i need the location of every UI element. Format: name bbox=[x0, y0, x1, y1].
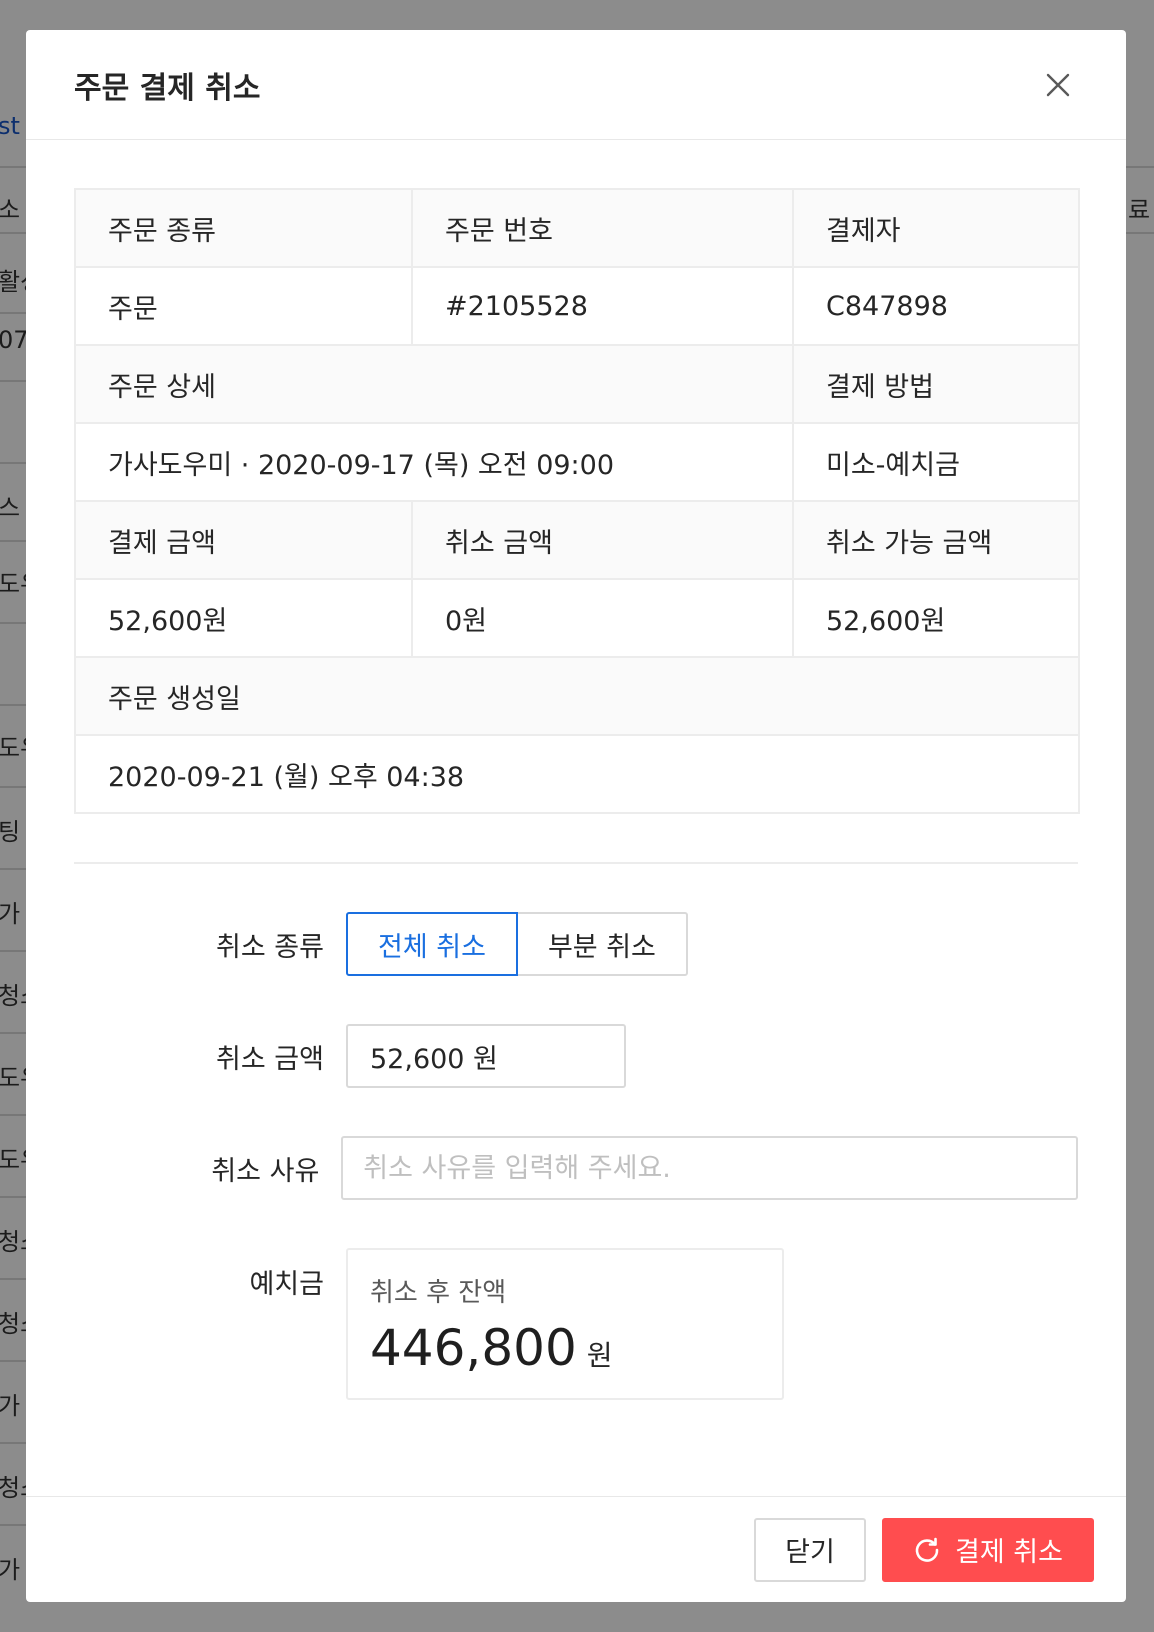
modal-title: 주문 결제 취소 bbox=[74, 70, 261, 106]
cancel-type-segmented: 전체 취소 부분 취소 bbox=[346, 912, 688, 976]
close-button[interactable]: 닫기 bbox=[754, 1517, 866, 1582]
table-header-row: 주문 상세 결제 방법 bbox=[74, 344, 1080, 424]
cancel-amount-label: 취소 금액 bbox=[216, 1043, 324, 1075]
cancellable-amount-value: 52,600원 bbox=[792, 578, 1080, 658]
cancel-type-row: 취소 종류 전체 취소 부분 취소 bbox=[74, 912, 1078, 976]
order-info-table: 주문 종류 주문 번호 결제자 주문 #2105528 C847898 주문 상… bbox=[74, 188, 1080, 814]
header-order-number: 주문 번호 bbox=[411, 188, 794, 268]
cancel-type-label: 취소 종류 bbox=[216, 931, 324, 963]
cancel-payment-modal: 주문 결제 취소 주문 종류 주문 번호 결제자 주문 #2105528 C84… bbox=[26, 30, 1126, 1602]
payment-amount-value: 52,600원 bbox=[74, 578, 413, 658]
header-cancellable-amount: 취소 가능 금액 bbox=[792, 500, 1080, 580]
deposit-label: 예치금 bbox=[249, 1269, 324, 1300]
deposit-unit: 원 bbox=[586, 1339, 613, 1372]
order-detail-value: 가사도우미 · 2020-09-17 (목) 오전 09:00 bbox=[74, 422, 794, 502]
cancel-amount-input[interactable]: 52,600 원 bbox=[346, 1024, 626, 1088]
table-header-row: 주문 종류 주문 번호 결제자 bbox=[74, 188, 1080, 268]
table-header-row: 주문 생성일 bbox=[74, 656, 1080, 736]
full-cancel-option[interactable]: 전체 취소 bbox=[346, 912, 518, 976]
cancel-payment-button[interactable]: 결제 취소 bbox=[882, 1517, 1094, 1582]
deposit-value: 446,800 원 bbox=[370, 1319, 760, 1377]
section-divider bbox=[74, 862, 1078, 864]
cancel-reason-row: 취소 사유 bbox=[74, 1136, 1078, 1200]
cancel-amount-row: 취소 금액 52,600 원 bbox=[74, 1024, 1078, 1088]
header-order-type: 주문 종류 bbox=[74, 188, 413, 268]
table-row: 주문 #2105528 C847898 bbox=[74, 266, 1080, 346]
cancel-payment-label: 결제 취소 bbox=[955, 1537, 1063, 1568]
order-number-value: #2105528 bbox=[411, 266, 794, 346]
table-row: 가사도우미 · 2020-09-17 (목) 오전 09:00 미소-예치금 bbox=[74, 422, 1080, 502]
deposit-caption: 취소 후 잔액 bbox=[370, 1278, 507, 1308]
table-header-row: 결제 금액 취소 금액 취소 가능 금액 bbox=[74, 500, 1080, 580]
partial-cancel-option[interactable]: 부분 취소 bbox=[515, 912, 688, 976]
header-payment-method: 결제 방법 bbox=[792, 344, 1080, 424]
cancel-reason-label: 취소 사유 bbox=[211, 1155, 320, 1187]
table-row: 2020-09-21 (월) 오후 04:38 bbox=[74, 734, 1080, 814]
deposit-balance-box: 취소 후 잔액 446,800 원 bbox=[346, 1248, 784, 1400]
cancelled-amount-value: 0원 bbox=[411, 578, 794, 658]
table-row: 52,600원 0원 52,600원 bbox=[74, 578, 1080, 658]
header-order-created: 주문 생성일 bbox=[74, 656, 1080, 736]
modal-header: 주문 결제 취소 bbox=[26, 30, 1126, 140]
modal-footer: 닫기 결제 취소 bbox=[26, 1496, 1126, 1602]
close-icon[interactable] bbox=[1038, 65, 1078, 105]
header-payment-amount: 결제 금액 bbox=[74, 500, 413, 580]
deposit-amount: 446,800 bbox=[370, 1319, 577, 1377]
payer-value: C847898 bbox=[792, 266, 1080, 346]
header-payer: 결제자 bbox=[792, 188, 1080, 268]
payment-method-value: 미소-예치금 bbox=[792, 422, 1080, 502]
header-order-detail: 주문 상세 bbox=[74, 344, 794, 424]
deposit-row: 예치금 취소 후 잔액 446,800 원 bbox=[74, 1248, 1078, 1400]
cancel-reason-input[interactable] bbox=[341, 1136, 1078, 1200]
reload-icon bbox=[915, 1537, 939, 1562]
order-created-value: 2020-09-21 (월) 오후 04:38 bbox=[74, 734, 1080, 814]
header-cancelled-amount: 취소 금액 bbox=[411, 500, 794, 580]
order-type-value: 주문 bbox=[74, 266, 413, 346]
modal-body: 주문 종류 주문 번호 결제자 주문 #2105528 C847898 주문 상… bbox=[26, 140, 1126, 1400]
